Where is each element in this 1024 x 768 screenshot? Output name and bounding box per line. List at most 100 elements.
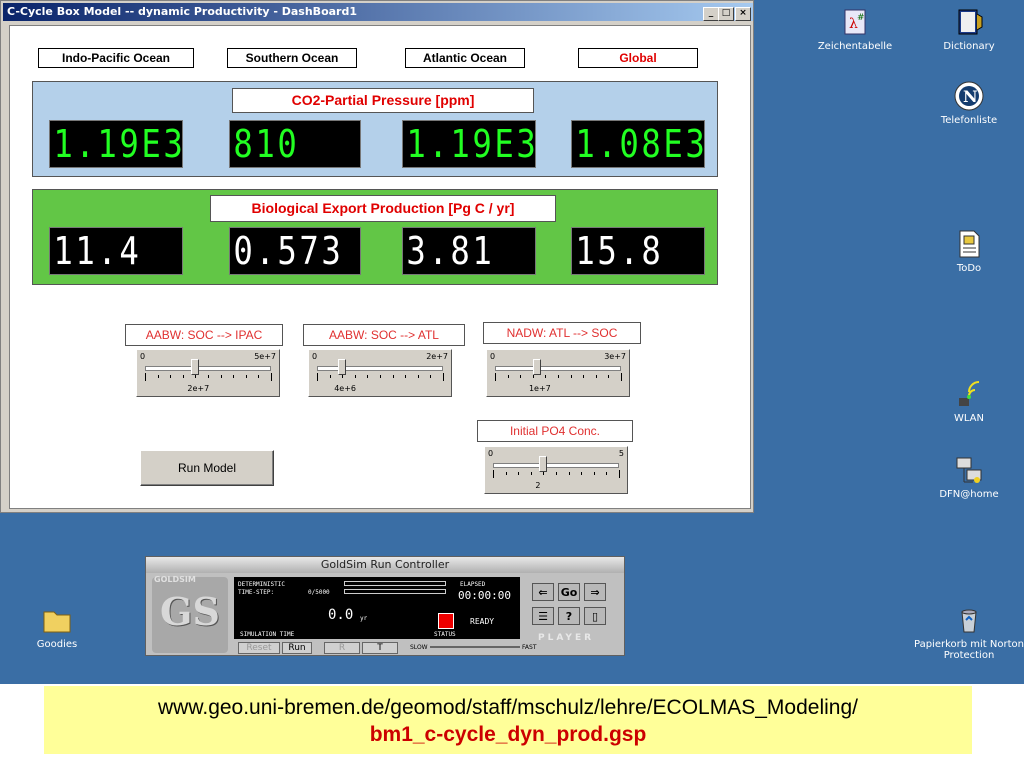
slider-thumb[interactable] [532,359,541,375]
slider-min-label: 0 [140,352,146,361]
goldsim-logo-text: GOLDSIM [154,575,196,584]
goldsim-timestep-label: TIME-STEP: [238,589,275,596]
goldsim-reset-button[interactable]: Reset [238,642,280,654]
goldsim-back-button[interactable]: ⇐ [532,583,554,601]
slider-tick [443,373,444,381]
slider-tick [195,375,197,378]
goldsim-title[interactable]: GoldSim Run Controller [146,557,624,573]
bio-display-indo-pacific: 11.4 [49,227,183,275]
slider-tick [507,375,509,378]
ocean-label-global: Global [578,48,698,68]
wireless-icon [953,378,985,410]
slider-thumb[interactable] [338,359,347,375]
goldsim-logo-icon: GS [152,577,228,653]
goldsim-elapsed-value: 00:00:00 [458,589,511,602]
slider-tick [208,375,209,378]
desktop-icon-label: Goodies [36,639,78,650]
co2-panel-title: CO2-Partial Pressure [ppm] [232,88,534,113]
slider-value-label: 2 [535,481,541,490]
recycle-bin-icon [953,604,985,636]
goldsim-elapsed-label: ELAPSED [460,581,486,588]
slider-tick [317,373,318,381]
slider-value-label: 4e+6 [334,384,356,393]
slider-track[interactable] [495,366,621,371]
bio-panel-title: Biological Export Production [Pg C / yr] [210,195,556,222]
slider-aabw-ipac[interactable]: 0 5e+7 2e+7 [136,349,280,397]
arrow-left-icon: ⇐ [538,586,548,599]
slider-label-po4: Initial PO4 Conc. [477,420,633,442]
slider-po4[interactable]: 0 5 2 [484,446,628,494]
desktop-icon-label: Zeichentabelle [817,41,893,52]
maximize-button[interactable]: □ [718,7,734,21]
goldsim-run-to-time-button[interactable]: T [362,642,398,654]
slider-tick [520,375,522,378]
goldsim-help-button[interactable]: ? [558,607,580,625]
co2-display-indo-pacific: 1.19E3 [49,120,183,168]
bio-display-southern: 0.573 [229,227,361,275]
slider-tick [595,375,597,378]
slider-tick [271,373,272,381]
desktop-icon-todo[interactable]: ToDo [914,228,1024,274]
desktop-icon-dictionary[interactable]: Dictionary [914,6,1024,52]
window-title: C-Cycle Box Model -- dynamic Productivit… [7,5,358,18]
goldsim-list-button[interactable]: ☰ [532,607,554,625]
slider-thumb[interactable] [539,456,548,472]
slider-tick [558,375,559,378]
desktop-icon-dfn-home[interactable]: DFN@home [914,454,1024,500]
desktop-icon-telefonliste[interactable]: N Telefonliste [914,80,1024,126]
slider-label-nadw-soc: NADW: ATL --> SOC [483,322,641,344]
goldsim-status-value: READY [470,617,495,626]
close-button[interactable]: × [735,7,751,21]
goldsim-speed-slow: SLOW [410,644,428,651]
slider-max-label: 3e+7 [604,352,626,361]
desktop-icon-goodies[interactable]: Goodies [2,604,112,650]
goldsim-run-to-result-button[interactable]: R [324,642,360,654]
desktop-icon-zeichentabelle[interactable]: λ # Zeichentabelle [800,6,910,52]
slider-aabw-atl[interactable]: 0 2e+7 4e+6 [308,349,452,397]
desktop-icon-recycle-bin[interactable]: Papierkorb mit Norton Protection [914,604,1024,661]
slider-tick [606,472,608,475]
slider-tick [583,375,585,378]
goldsim-run-button[interactable]: Run [282,642,312,654]
minimize-button[interactable]: _ [703,7,719,21]
goldsim-exit-button[interactable]: ▯ [584,607,606,625]
goldsim-progress-bar [344,581,446,586]
slider-track[interactable] [145,366,271,371]
goldsim-go-button[interactable]: Go [558,583,580,601]
goldsim-speed-slider[interactable] [430,646,520,648]
dashboard-window: C-Cycle Box Model -- dynamic Productivit… [0,0,754,513]
goldsim-display: DETERMINISTIC TIME-STEP: 0/5000 ELAPSED … [234,577,520,639]
desktop-icon-wlan[interactable]: WLAN [914,378,1024,424]
slider-tick [608,375,610,378]
run-model-button[interactable]: Run Model [140,450,274,486]
slider-label-aabw-ipac: AABW: SOC --> IPAC [125,324,283,346]
goldsim-sim-time-label: SIMULATION TIME [240,631,295,638]
door-icon: ▯ [591,610,599,623]
slider-thumb[interactable] [191,359,200,375]
slider-ticks [317,373,444,381]
desktop-icon-label: WLAN [953,413,984,424]
banner-filename: bm1_c-cycle_dyn_prod.gsp [369,723,647,746]
slider-tick [392,375,394,378]
co2-display-southern: 810 [229,120,361,168]
window-titlebar[interactable]: C-Cycle Box Model -- dynamic Productivit… [3,3,753,21]
goldsim-forward-button[interactable]: ⇒ [584,583,606,601]
bio-display-global: 15.8 [571,227,705,275]
slider-tick [545,375,547,378]
ocean-label-indo-pacific: Indo-Pacific Ocean [38,48,194,68]
slider-nadw-soc[interactable]: 0 3e+7 1e+7 [486,349,630,397]
slider-tick [493,470,494,478]
slider-min-label: 0 [488,449,494,458]
slider-tick [495,373,496,381]
slider-track[interactable] [317,366,443,371]
url-banner: www.geo.uni-bremen.de/geomod/staff/mschu… [44,686,972,754]
slider-tick [258,375,260,378]
slider-tick [380,375,381,378]
slider-tick [182,375,184,378]
slider-label-aabw-atl: AABW: SOC --> ATL [303,324,465,346]
slider-tick [245,375,247,378]
svg-text:N: N [963,87,978,106]
bio-display-atlantic: 3.81 [402,227,536,275]
slider-track[interactable] [493,463,619,468]
slider-tick [518,472,520,475]
